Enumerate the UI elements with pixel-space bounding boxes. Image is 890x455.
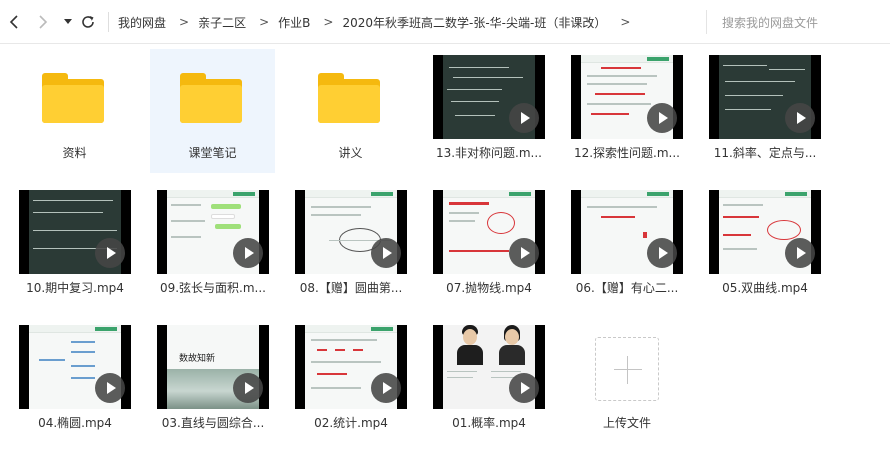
video-label: 03.直线与圆综合... — [161, 416, 265, 430]
video-thumbnail — [433, 55, 545, 139]
video-label: 04.椭圆.mp4 — [38, 416, 112, 430]
video-label: 06.【赠】有心二... — [575, 281, 679, 295]
breadcrumb-item-zone[interactable]: 亲子二区 — [198, 14, 246, 31]
video-thumbnail — [571, 55, 683, 139]
video-label: 01.概率.mp4 — [452, 416, 526, 430]
folder-icon — [42, 73, 104, 123]
history-dropdown-icon[interactable] — [58, 12, 78, 32]
folder-icon — [180, 73, 242, 123]
play-icon — [509, 238, 539, 268]
video-thumbnail: 数故知新 — [157, 325, 269, 409]
upload-label: 上传文件 — [602, 416, 651, 430]
slide-title: 数故知新 — [179, 354, 216, 364]
chevron-right-icon: > — [323, 15, 334, 29]
video-label: 08.【赠】圆曲第... — [299, 281, 403, 295]
search-input[interactable]: 搜索我的网盘文件 — [706, 10, 886, 34]
play-icon — [647, 238, 677, 268]
breadcrumb: 我的网盘 > 亲子二区 > 作业B > 2020年秋季班高二数学-张-华-尖端-… — [118, 0, 639, 44]
breadcrumb-item-homework[interactable]: 作业B — [278, 14, 310, 31]
video-item[interactable]: 01.概率.mp4 — [420, 319, 545, 443]
video-thumbnail — [19, 325, 131, 409]
video-label: 11.斜率、定点与... — [713, 146, 817, 160]
video-label: 12.探索性问题.m... — [573, 146, 681, 160]
folder-icon — [318, 73, 380, 123]
video-thumbnail — [433, 325, 545, 409]
forward-arrow-icon[interactable] — [33, 12, 53, 32]
folder-label: 讲义 — [338, 146, 363, 160]
folder-label: 课堂笔记 — [188, 146, 237, 160]
chevron-right-icon: > — [259, 15, 270, 29]
video-label: 05.双曲线.mp4 — [722, 281, 808, 295]
video-label: 07.抛物线.mp4 — [446, 281, 532, 295]
play-icon — [647, 103, 677, 133]
breadcrumb-item-current-folder[interactable]: 2020年秋季班高二数学-张-华-尖端-班（非课改） — [342, 14, 606, 31]
video-label: 13.非对称问题.m... — [435, 146, 543, 160]
video-thumbnail — [709, 190, 821, 274]
video-thumbnail — [157, 190, 269, 274]
folder-item[interactable]: 课堂笔记 — [150, 49, 275, 173]
video-label: 02.统计.mp4 — [314, 416, 388, 430]
video-item[interactable]: 12.探索性问题.m... — [558, 49, 683, 173]
video-item[interactable]: 02.统计.mp4 — [282, 319, 407, 443]
video-thumbnail — [295, 325, 407, 409]
play-icon — [233, 238, 263, 268]
play-icon — [371, 373, 401, 403]
play-icon — [785, 103, 815, 133]
play-icon — [371, 238, 401, 268]
play-icon — [509, 103, 539, 133]
play-icon — [233, 373, 263, 403]
video-item[interactable]: 09.弦长与面积.m... — [144, 184, 269, 308]
breadcrumb-item-my-disk[interactable]: 我的网盘 — [118, 14, 166, 31]
video-thumbnail — [19, 190, 131, 274]
folder-item[interactable]: 讲义 — [288, 49, 413, 173]
play-icon — [785, 238, 815, 268]
video-item[interactable]: 10.期中复习.mp4 — [6, 184, 131, 308]
video-item[interactable]: 06.【赠】有心二... — [558, 184, 683, 308]
video-label: 09.弦长与面积.m... — [159, 281, 267, 295]
refresh-icon[interactable] — [78, 12, 98, 32]
play-icon — [95, 373, 125, 403]
video-thumbnail — [433, 190, 545, 274]
folder-label: 资料 — [62, 146, 87, 160]
video-item[interactable]: 08.【赠】圆曲第... — [282, 184, 407, 308]
video-item[interactable]: 05.双曲线.mp4 — [696, 184, 821, 308]
video-item[interactable]: 04.椭圆.mp4 — [6, 319, 131, 443]
chevron-right-icon: > — [179, 15, 190, 29]
chevron-right-icon[interactable]: > — [620, 15, 630, 29]
video-item[interactable]: 11.斜率、定点与... — [696, 49, 821, 173]
video-item[interactable]: 数故知新 03.直线与圆综合... — [144, 319, 269, 443]
play-icon — [509, 373, 539, 403]
folder-item[interactable]: 资料 — [12, 49, 137, 173]
toolbar: 我的网盘 > 亲子二区 > 作业B > 2020年秋季班高二数学-张-华-尖端-… — [0, 0, 890, 44]
back-arrow-icon[interactable] — [4, 12, 24, 32]
video-item[interactable]: 13.非对称问题.m... — [420, 49, 545, 173]
plus-icon — [595, 337, 659, 401]
video-label: 10.期中复习.mp4 — [26, 281, 124, 295]
play-icon — [95, 238, 125, 268]
teacher-photo — [457, 325, 483, 365]
teacher-photo — [499, 325, 525, 365]
video-thumbnail — [709, 55, 821, 139]
toolbar-divider — [108, 12, 109, 32]
video-thumbnail — [571, 190, 683, 274]
video-thumbnail — [295, 190, 407, 274]
video-item[interactable]: 07.抛物线.mp4 — [420, 184, 545, 308]
upload-file-button[interactable]: 上传文件 — [580, 324, 674, 448]
